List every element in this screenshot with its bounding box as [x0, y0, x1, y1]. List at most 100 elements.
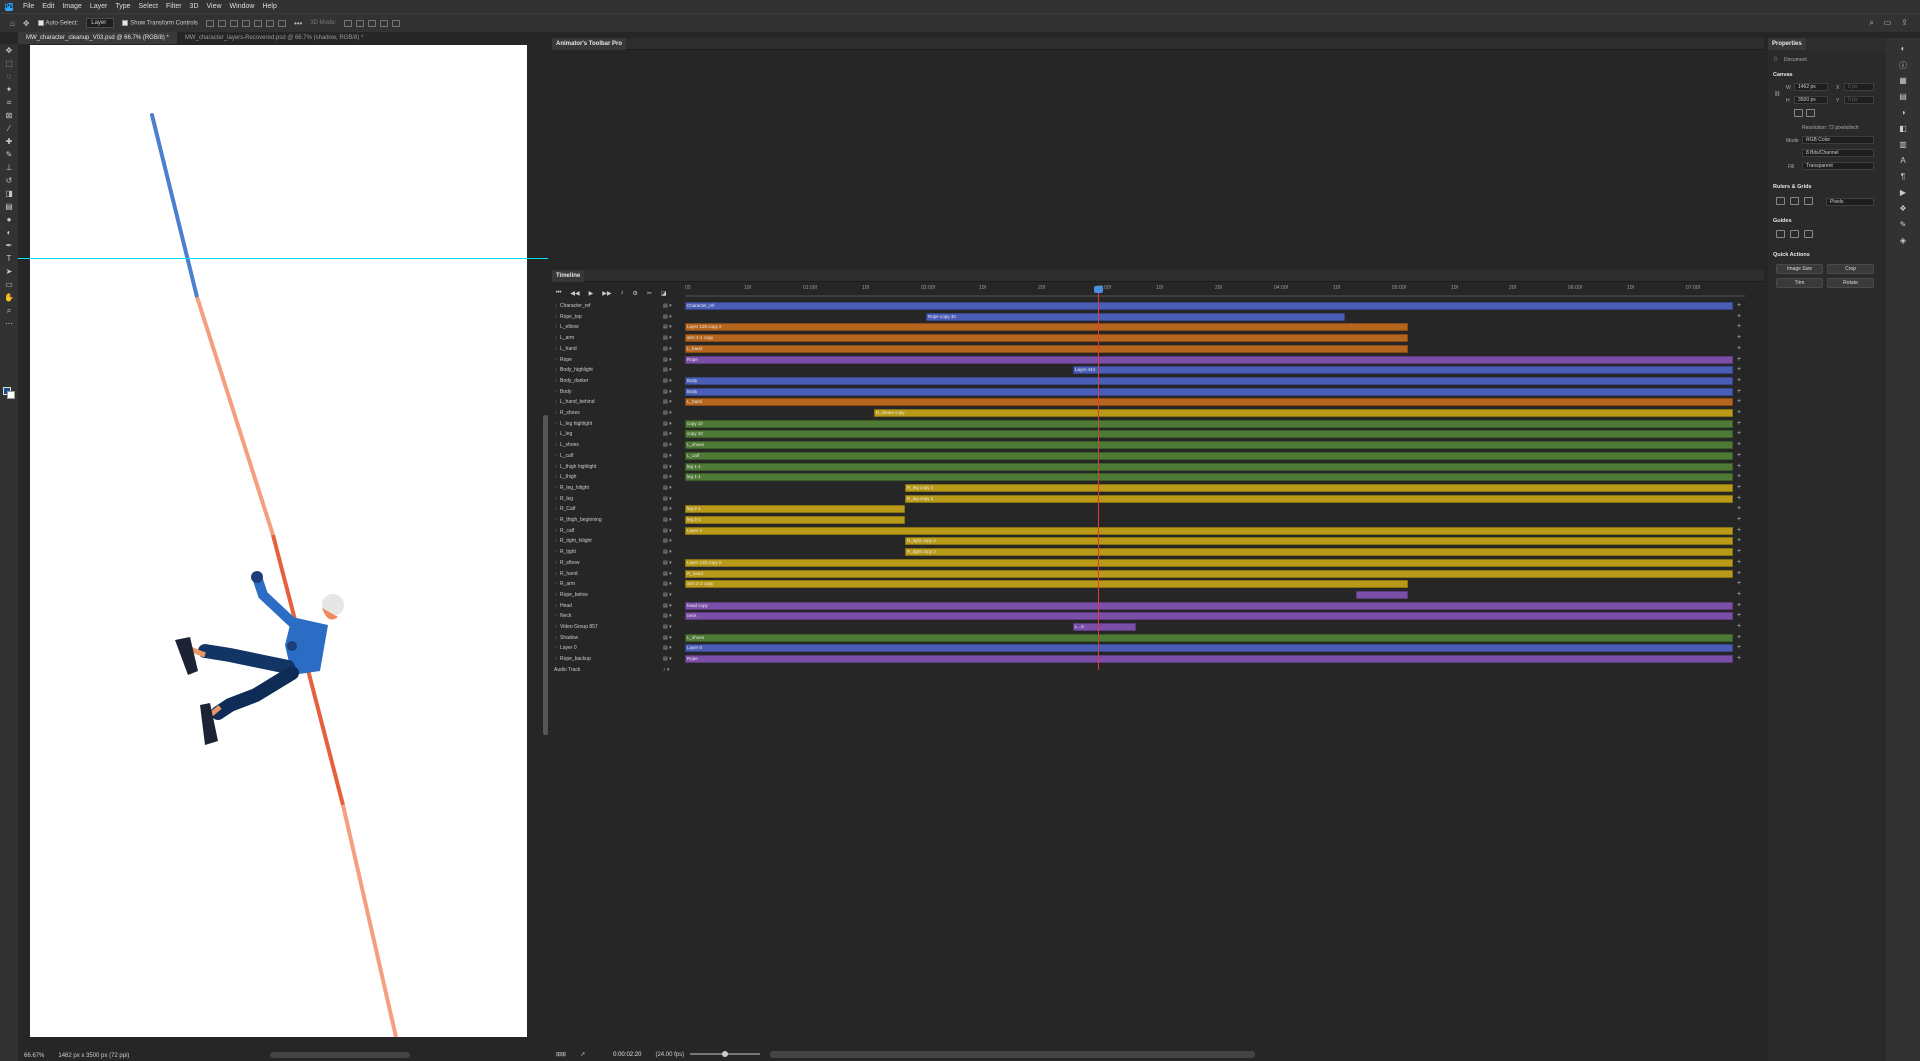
expand-chevron-icon[interactable]: › [552, 346, 560, 352]
expand-chevron-icon[interactable]: › [552, 453, 560, 459]
expand-chevron-icon[interactable]: › [552, 389, 560, 395]
timeline-layer-row[interactable]: › L_arm ▤ ▾ [552, 333, 677, 343]
mode-dropdown[interactable]: RGB Color [1802, 136, 1874, 144]
add-media-icon[interactable]: + [1737, 451, 1741, 461]
timeline-layer-row[interactable]: › R_tight ▤ ▾ [552, 547, 677, 557]
search-icon[interactable]: ⌕ [1869, 18, 1873, 28]
share-icon[interactable]: ⇪ [1901, 18, 1908, 27]
add-media-icon[interactable]: + [1737, 633, 1741, 643]
y-field[interactable]: 0 px [1844, 96, 1874, 104]
timeline-clip[interactable] [1356, 591, 1408, 599]
3d-rotate-icon[interactable] [344, 19, 353, 27]
crop-button[interactable]: Crop [1827, 264, 1874, 274]
timeline-layer-row[interactable]: › L_shoes ▤ ▾ [552, 440, 677, 450]
timeline-layer-row[interactable]: › L_thigh highlight ▤ ▾ [552, 462, 677, 472]
background-color-swatch[interactable] [7, 391, 15, 399]
timeline-title[interactable]: Timeline [552, 270, 585, 282]
distribute-icon[interactable] [277, 19, 286, 27]
units-dropdown[interactable]: Pixels [1826, 198, 1874, 206]
layers-panel-icon[interactable]: ◈ [1896, 236, 1910, 248]
expand-chevron-icon[interactable]: › [552, 324, 560, 330]
add-media-icon[interactable]: + [1737, 622, 1741, 632]
add-media-icon[interactable]: + [1737, 301, 1741, 311]
timeline-horizontal-scrollbar[interactable] [770, 1051, 1255, 1058]
layer-options-icon[interactable]: ▤ ▾ [663, 485, 677, 491]
workspace-icon[interactable]: ▭ [1884, 18, 1892, 27]
layer-options-icon[interactable]: ▤ ▾ [663, 506, 677, 512]
align-left-icon[interactable] [205, 19, 214, 27]
layer-options-icon[interactable]: ▤ ▾ [663, 303, 677, 309]
add-media-icon[interactable]: + [1737, 643, 1741, 653]
3d-scale-icon[interactable] [392, 19, 401, 27]
timeline-layer-row[interactable]: › R_Calf ▤ ▾ [552, 504, 677, 514]
audio-icon[interactable]: ♪ [621, 290, 624, 296]
layer-options-icon[interactable]: ▤ ▾ [663, 603, 677, 609]
timeline-clip[interactable]: Body [685, 388, 1733, 396]
expand-chevron-icon[interactable]: › [552, 603, 560, 609]
timeline-layer-row[interactable]: › R_shoes ▤ ▾ [552, 408, 677, 418]
layer-options-icon[interactable]: ▤ ▾ [663, 571, 677, 577]
3d-slide-icon[interactable] [380, 19, 389, 27]
lasso-tool-icon[interactable]: ◌ [0, 70, 18, 83]
swatches-panel-icon[interactable]: ▦ [1896, 76, 1910, 88]
add-media-icon[interactable]: + [1737, 387, 1741, 397]
add-media-icon[interactable]: + [1737, 579, 1741, 589]
pen-tool-icon[interactable]: ✒ [0, 239, 18, 252]
expand-chevron-icon[interactable]: › [552, 474, 560, 480]
timeline-clip[interactable]: Body [685, 377, 1733, 385]
add-media-icon[interactable]: + [1737, 333, 1741, 343]
play-icon[interactable]: ▶ [589, 290, 594, 297]
previous-frame-icon[interactable]: ◀◀ [570, 290, 579, 297]
expand-chevron-icon[interactable]: › [552, 645, 560, 651]
timeline-layer-row[interactable]: › Body_darker ▤ ▾ [552, 376, 677, 386]
expand-chevron-icon[interactable]: › [552, 367, 560, 373]
timeline-layer-row[interactable]: › R_hand ▤ ▾ [552, 569, 677, 579]
timeline-clip[interactable]: L_shoes [685, 634, 1733, 642]
timeline-layer-row[interactable]: › L_leg highlight ▤ ▾ [552, 419, 677, 429]
expand-chevron-icon[interactable]: › [552, 485, 560, 491]
layer-options-icon[interactable]: ▤ ▾ [663, 367, 677, 373]
transition-icon[interactable]: ◪ [661, 290, 667, 297]
timeline-zoom-handle[interactable] [722, 1051, 728, 1057]
timeline-clip[interactable]: R_shoes copy [874, 409, 1733, 417]
pixel-grid-icon[interactable] [1804, 197, 1813, 205]
timeline-layer-row[interactable]: › Video Group 857 ▤ ▾ [552, 622, 677, 632]
timeline-clip[interactable]: head copy [685, 602, 1733, 610]
timeline-layer-row[interactable]: › Character_ref ▤ ▾ [552, 301, 677, 311]
timeline-clip[interactable]: Layer 444 [1073, 366, 1733, 374]
canvas-vertical-scrollbar[interactable] [543, 415, 548, 735]
paths-panel-icon[interactable]: ✎ [1896, 220, 1910, 232]
canvas-horizontal-scrollbar[interactable] [270, 1052, 410, 1058]
expand-chevron-icon[interactable]: › [552, 431, 560, 437]
auto-select-dropdown[interactable]: Layer [86, 18, 115, 28]
menu-edit[interactable]: Edit [38, 3, 58, 10]
timeline-clip[interactable]: Rope [685, 356, 1733, 364]
type-tool-icon[interactable]: T [0, 252, 18, 265]
add-media-icon[interactable]: + [1737, 429, 1741, 439]
timeline-layer-row[interactable]: › Rope_backup ▤ ▾ [552, 654, 677, 664]
add-media-icon[interactable]: + [1737, 601, 1741, 611]
layer-options-icon[interactable]: ▤ ▾ [663, 549, 677, 555]
properties-title[interactable]: Properties [1768, 38, 1806, 50]
portrait-icon[interactable] [1794, 109, 1803, 117]
history-brush-icon[interactable]: ↺ [0, 174, 18, 187]
image-size-button[interactable]: Image Size [1776, 264, 1823, 274]
align-bottom-icon[interactable] [265, 19, 274, 27]
width-field[interactable]: 1462 px [1794, 83, 1828, 91]
timeline-layer-row[interactable]: › Body_highlight ▤ ▾ [552, 365, 677, 375]
layer-options-icon[interactable]: ▤ ▾ [663, 431, 677, 437]
align-middle-icon[interactable] [253, 19, 262, 27]
timeline-layer-row[interactable]: › Neck ▤ ▾ [552, 611, 677, 621]
libraries-panel-icon[interactable]: ▤ [1896, 92, 1910, 104]
layer-options-icon[interactable]: ▤ ▾ [663, 581, 677, 587]
add-media-icon[interactable]: + [1737, 504, 1741, 514]
menu-help[interactable]: Help [258, 3, 280, 10]
timeline-clip[interactable]: Layer 0 [685, 644, 1733, 652]
expand-chevron-icon[interactable]: › [552, 549, 560, 555]
add-media-icon[interactable]: + [1737, 515, 1741, 525]
add-media-icon[interactable]: + [1737, 569, 1741, 579]
horizontal-guide[interactable] [18, 258, 548, 259]
character-panel-icon[interactable]: A [1896, 156, 1910, 168]
add-media-icon[interactable]: + [1737, 526, 1741, 536]
layer-options-icon[interactable]: ▤ ▾ [663, 335, 677, 341]
